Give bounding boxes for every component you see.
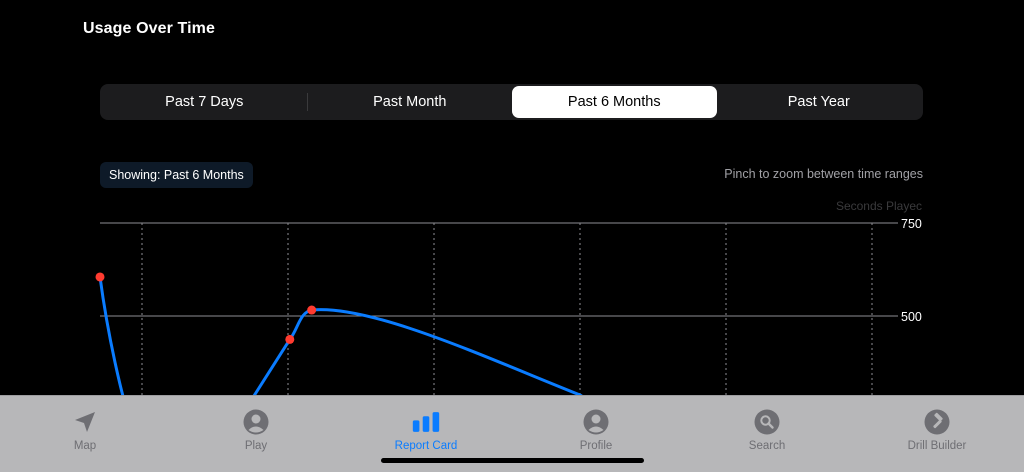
- segment-past-year[interactable]: Past Year: [717, 86, 922, 118]
- tab-label: Drill Builder: [907, 440, 967, 452]
- tab-search[interactable]: Search: [707, 396, 827, 452]
- tab-profile[interactable]: Profile: [536, 396, 656, 452]
- tab-report-card[interactable]: Report Card: [366, 396, 486, 452]
- tab-label: Map: [73, 440, 97, 452]
- page-title: Usage Over Time: [83, 20, 215, 37]
- segment-past-7-days[interactable]: Past 7 Days: [102, 86, 307, 118]
- y-tick-label-500: 500: [901, 310, 922, 324]
- segment-past-month[interactable]: Past Month: [308, 86, 513, 118]
- bar-chart-icon: [412, 408, 440, 436]
- person-circle-icon: [582, 408, 610, 436]
- data-point[interactable]: [307, 305, 317, 315]
- search-icon: [753, 408, 781, 436]
- y-tick-label-750: 750: [901, 217, 922, 231]
- zoom-hint: Pinch to zoom between time ranges: [724, 167, 923, 181]
- tab-label: Profile: [579, 440, 613, 452]
- usage-chart[interactable]: Seconds Playec 750 500: [0, 190, 1024, 400]
- tab-label: Play: [244, 440, 268, 452]
- person-circle-icon: [242, 408, 270, 436]
- usage-line: [98, 275, 591, 400]
- data-point[interactable]: [95, 272, 105, 282]
- paper-plane-icon: [71, 408, 99, 436]
- segment-past-6-months[interactable]: Past 6 Months: [512, 86, 717, 118]
- y-axis-title: Seconds Playec: [836, 199, 922, 213]
- tab-label: Search: [748, 440, 786, 452]
- hammer-icon: [923, 408, 951, 436]
- tab-map[interactable]: Map: [25, 396, 145, 452]
- tab-label: Report Card: [394, 440, 458, 452]
- time-range-selector: Past 7 Days Past Month Past 6 Months Pas…: [100, 84, 923, 120]
- tab-drill-builder[interactable]: Drill Builder: [877, 396, 997, 452]
- data-point[interactable]: [285, 334, 295, 344]
- home-indicator: [381, 458, 644, 463]
- tab-play[interactable]: Play: [196, 396, 316, 452]
- showing-range-badge: Showing: Past 6 Months: [100, 162, 253, 188]
